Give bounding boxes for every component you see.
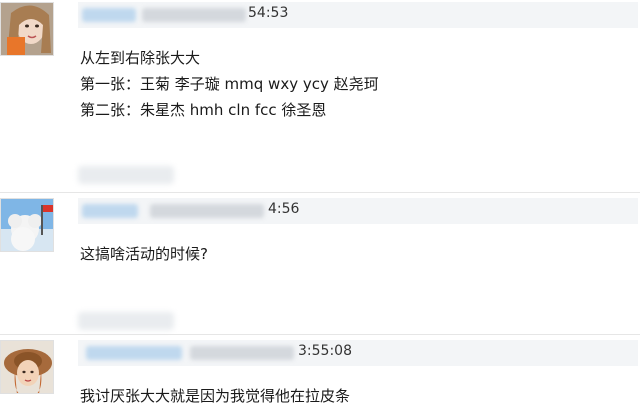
comment-meta-bar: 4:56 [78,198,638,224]
timestamp-redacted [190,346,294,360]
comment-time: 4:56 [268,201,300,217]
avatar[interactable] [0,340,54,394]
comment-meta-bar: 54:53 [78,2,638,28]
comment-text-line: 这搞啥活动的时候? [80,245,208,263]
divider [0,334,640,335]
comment-meta-bar: 3:55:08 [78,340,638,366]
user-avatar-woman-hat-icon [1,341,53,393]
timestamp-redacted [142,8,246,22]
avatar[interactable] [0,198,54,252]
username-redacted[interactable] [86,346,182,360]
comment-text-line: 从左到右除张大大 [80,49,201,67]
timestamp-redacted [150,204,264,218]
comment-actions-redacted [78,166,174,184]
username-redacted[interactable] [82,8,136,22]
comment-text-line: 第一张：王菊 李子璇 mmq wxy ycy 赵尧珂 [80,75,379,93]
comment-text-line: 第二张：朱星杰 hmh cln fcc 徐圣恩 [80,101,327,119]
username-redacted[interactable] [82,204,138,218]
comment-time: 54:53 [248,5,289,21]
comment-time: 3:55:08 [298,343,352,359]
divider [0,192,640,193]
avatar[interactable] [0,2,54,56]
comment-actions-redacted [78,312,174,330]
user-avatar-girl-icon [1,3,53,55]
user-avatar-white-dog-icon [1,199,53,251]
comment-text-line: 我讨厌张大大就是因为我觉得他在拉皮条 [80,387,351,405]
